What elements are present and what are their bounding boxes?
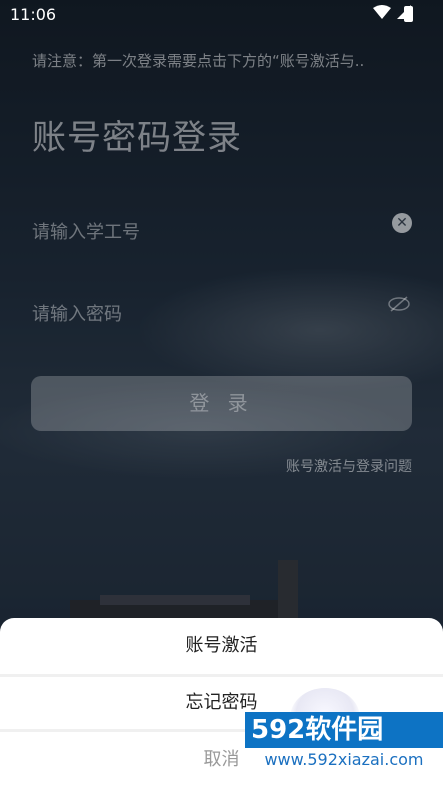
status-bar: 11:06 [0,0,443,30]
login-button[interactable]: 登 录 [31,376,412,431]
status-time: 11:06 [10,5,57,24]
watermark-url: www.592xiazai.com [245,748,443,772]
watermark-brand: 592软件园 [245,712,443,748]
battery-charging-icon [404,6,413,22]
password-placeholder: 请输入密码 [32,304,122,325]
page-title: 账号密码登录 [32,118,242,158]
wifi-icon [373,5,391,19]
sheet-item-activate-account[interactable]: 账号激活 [0,618,443,674]
activation-help-link[interactable]: 账号激活与登录问题 [286,456,412,476]
eye-off-icon[interactable] [388,296,410,312]
password-field[interactable]: 请输入密码 [32,292,412,332]
account-field[interactable]: 请输入学工号 ✕ [32,210,412,250]
login-notice: 请注意：第一次登录需要点击下方的“账号激活与.. [32,52,365,70]
account-placeholder: 请输入学工号 [32,222,140,243]
watermark: 592软件园 www.592xiazai.com [245,712,443,772]
clear-circle-icon[interactable]: ✕ [392,213,412,233]
